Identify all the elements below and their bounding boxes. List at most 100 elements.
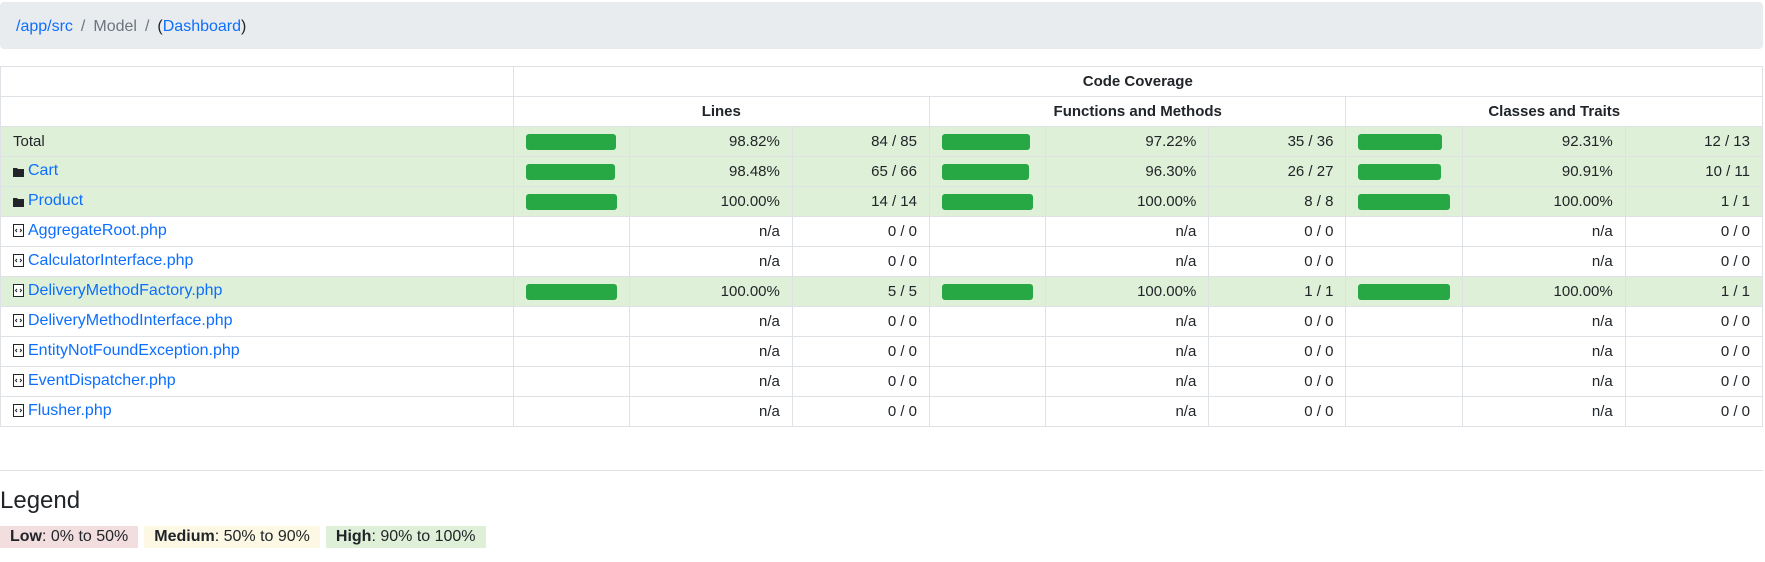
empty-header-cell — [0, 66, 514, 97]
lines-bar-cell — [512, 396, 630, 427]
name-cell: AggregateRoot.php — [0, 216, 514, 247]
functions-progress-bar — [942, 193, 1034, 210]
lines-ratio: 0 / 0 — [791, 336, 931, 367]
classes-percent: n/a — [1461, 366, 1626, 397]
lines-bar-cell — [512, 246, 630, 277]
classes-percent: 100.00% — [1461, 186, 1626, 217]
breadcrumb-current: Model — [93, 18, 137, 35]
functions-percent: n/a — [1045, 366, 1210, 397]
php-file-icon — [13, 254, 24, 271]
php-file-icon — [13, 224, 24, 241]
folder-icon — [13, 194, 24, 211]
classes-ratio: 0 / 0 — [1624, 366, 1764, 397]
functions-bar-cell — [928, 186, 1047, 217]
table-row: EntityNotFoundException.php n/a 0 / 0 n/a 0 … — [0, 336, 1764, 367]
classes-ratio: 0 / 0 — [1624, 306, 1764, 337]
table-row: Cart 98.48% 65 / 66 96.30% 26 / 27 90.91% 10 /… — [0, 156, 1764, 187]
functions-percent: 100.00% — [1045, 276, 1210, 307]
lines-progress-bar — [525, 283, 617, 300]
functions-ratio: 35 / 36 — [1208, 126, 1347, 157]
classes-progress-bar — [1358, 163, 1442, 180]
row-link[interactable]: Product — [28, 192, 83, 209]
lines-bar-cell — [512, 336, 630, 367]
row-link[interactable]: Cart — [28, 162, 58, 179]
classes-percent: 100.00% — [1461, 276, 1626, 307]
classes-bar-cell — [1345, 276, 1463, 307]
functions-ratio: 0 / 0 — [1208, 246, 1347, 277]
name-cell: EventDispatcher.php — [0, 366, 514, 397]
functions-percent: 97.22% — [1045, 126, 1210, 157]
classes-ratio: 0 / 0 — [1624, 336, 1764, 367]
lines-percent: 100.00% — [628, 276, 793, 307]
functions-ratio: 0 / 0 — [1208, 306, 1347, 337]
functions-ratio: 0 / 0 — [1208, 396, 1347, 427]
lines-ratio: 0 / 0 — [791, 306, 931, 337]
functions-percent: 96.30% — [1045, 156, 1210, 187]
functions-bar-cell — [928, 306, 1047, 337]
php-file-icon — [13, 314, 24, 331]
classes-bar-cell — [1345, 186, 1463, 217]
coverage-table: Code Coverage Lines Functions and Method… — [0, 66, 1764, 427]
classes-percent: n/a — [1461, 336, 1626, 367]
lines-percent: n/a — [628, 396, 793, 427]
row-link[interactable]: DeliveryMethodInterface.php — [28, 312, 233, 329]
name-cell: Cart — [0, 156, 514, 187]
lines-progress-bar — [525, 193, 617, 210]
functions-bar-cell — [928, 246, 1047, 277]
functions-percent: n/a — [1045, 216, 1210, 247]
classes-percent: 92.31% — [1461, 126, 1626, 157]
lines-percent: 100.00% — [628, 186, 793, 217]
row-link[interactable]: Flusher.php — [28, 402, 112, 419]
lines-ratio: 65 / 66 — [791, 156, 931, 187]
functions-ratio: 0 / 0 — [1208, 336, 1347, 367]
functions-ratio: 0 / 0 — [1208, 366, 1347, 397]
functions-progress-bar — [942, 283, 1034, 300]
name-cell: Total — [0, 126, 514, 157]
classes-percent: 90.91% — [1461, 156, 1626, 187]
functions-ratio: 8 / 8 — [1208, 186, 1347, 217]
functions-bar-cell — [928, 126, 1047, 157]
lines-percent: n/a — [628, 306, 793, 337]
lines-bar-cell — [512, 366, 630, 397]
breadcrumb: /app/src / Model / (Dashboard) — [0, 2, 1763, 49]
functions-percent: n/a — [1045, 246, 1210, 277]
lines-percent: 98.48% — [628, 156, 793, 187]
row-link[interactable]: AggregateRoot.php — [28, 222, 167, 239]
row-link[interactable]: DeliveryMethodFactory.php — [28, 282, 222, 299]
php-file-icon — [13, 344, 24, 361]
name-cell: CalculatorInterface.php — [0, 246, 514, 277]
php-file-icon — [13, 404, 24, 421]
functions-percent: n/a — [1045, 306, 1210, 337]
dashboard-link[interactable]: Dashboard — [163, 18, 241, 35]
code-coverage-header: Code Coverage — [512, 66, 1764, 97]
functions-percent: 100.00% — [1045, 186, 1210, 217]
functions-progress-bar — [942, 163, 1030, 180]
row-link[interactable]: CalculatorInterface.php — [28, 252, 193, 269]
lines-progress-bar — [525, 163, 615, 180]
breadcrumb-separator: / — [144, 18, 150, 35]
folder-icon — [13, 164, 24, 181]
classes-ratio: 0 / 0 — [1624, 216, 1764, 247]
table-row: DeliveryMethodInterface.php n/a 0 / 0 n/a 0 … — [0, 306, 1764, 337]
empty-header-cell — [0, 96, 514, 127]
lines-ratio: 0 / 0 — [791, 216, 931, 247]
lines-percent: n/a — [628, 336, 793, 367]
lines-percent: n/a — [628, 216, 793, 247]
lines-ratio: 14 / 14 — [791, 186, 931, 217]
lines-bar-cell — [512, 156, 630, 187]
lines-progress-bar — [525, 133, 616, 150]
lines-ratio: 0 / 0 — [791, 246, 931, 277]
lines-bar-cell — [512, 186, 630, 217]
functions-header: Functions and Methods — [928, 96, 1347, 127]
row-link[interactable]: EntityNotFoundException.php — [28, 342, 240, 359]
classes-ratio: 0 / 0 — [1624, 396, 1764, 427]
classes-ratio: 0 / 0 — [1624, 246, 1764, 277]
breadcrumb-root-link[interactable]: /app/src — [16, 18, 73, 35]
legend-medium: Medium: 50% to 90% — [144, 526, 320, 548]
functions-bar-cell — [928, 156, 1047, 187]
row-link[interactable]: EventDispatcher.php — [28, 372, 176, 389]
name-cell: DeliveryMethodInterface.php — [0, 306, 514, 337]
functions-percent: n/a — [1045, 396, 1210, 427]
functions-ratio: 0 / 0 — [1208, 216, 1347, 247]
classes-progress-bar — [1358, 133, 1443, 150]
